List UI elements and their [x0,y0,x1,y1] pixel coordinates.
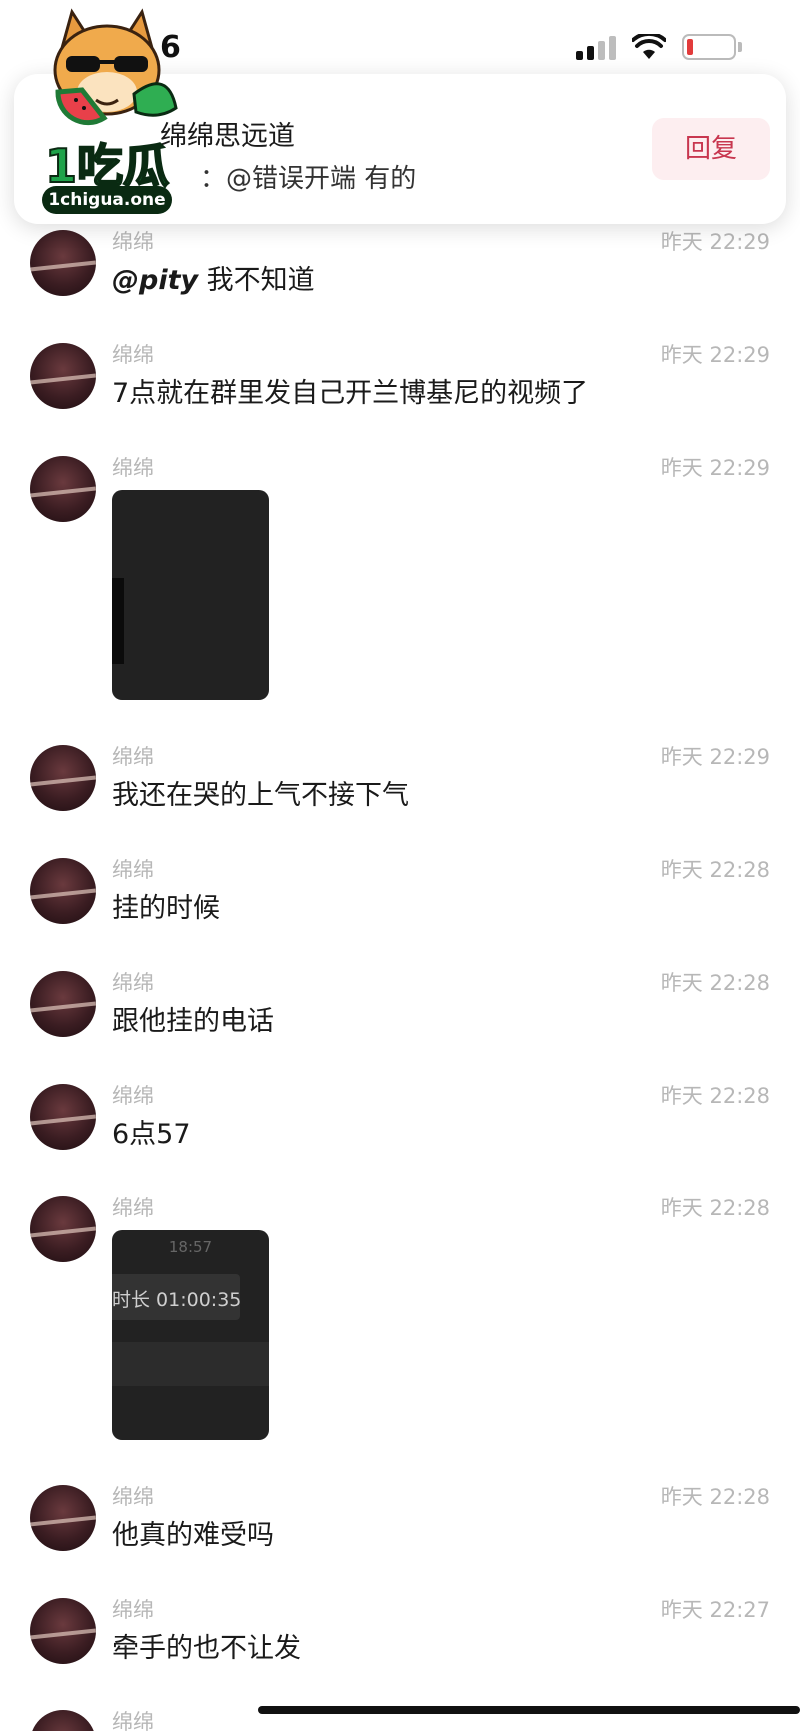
mascot-icon [53,8,178,126]
sender-name: 绵绵 [112,1084,154,1108]
sender-avatar[interactable] [30,230,96,296]
wifi-icon [632,34,666,59]
sender-avatar[interactable] [30,343,96,409]
message-time: 昨天 22:29 [660,230,770,254]
message-time: 昨天 22:29 [660,343,770,367]
message-text: 挂的时候 [112,893,220,924]
notification-body: @错误开端 有的 [226,164,417,194]
sender-avatar[interactable] [30,1598,96,1664]
sender-avatar[interactable] [30,1710,96,1731]
cellular-signal-icon [576,36,618,60]
message-text-content: 我不知道 [198,265,315,296]
sender-name: 绵绵 [112,858,154,882]
sender-name: 绵绵 [112,1196,154,1220]
battery-icon [682,34,736,60]
message-text: 6点57 [112,1119,191,1150]
message-time: 昨天 22:28 [660,1196,770,1220]
image-caption-duration: 时长 01:00:35 [112,1289,242,1311]
sender-name: 绵绵 [112,745,154,769]
chat-message-list[interactable]: 绵绵 昨天 22:29 @pity 我不知道 绵绵 昨天 22:29 7点就在群… [0,0,800,1731]
message-text: @pity 我不知道 [112,258,315,297]
message-time: 昨天 22:28 [660,858,770,882]
message-time: 昨天 22:29 [660,745,770,769]
image-message[interactable] [112,490,269,700]
message-time: 昨天 22:29 [660,456,770,480]
sender-avatar[interactable] [30,1084,96,1150]
mention[interactable]: @pity [112,265,198,296]
sender-avatar[interactable] [30,1196,96,1262]
watermark-url: 1chigua.one [42,186,172,214]
sender-avatar[interactable] [30,971,96,1037]
sender-name: 绵绵 [112,1710,154,1731]
image-caption-time: 18:57 [168,1238,213,1256]
sender-name: 绵绵 [112,1485,154,1509]
message-time: 昨天 22:28 [660,971,770,995]
message-text: 他真的难受吗 [112,1520,274,1551]
sender-avatar[interactable] [30,456,96,522]
sender-name: 绵绵 [112,343,154,367]
sender-avatar[interactable] [30,1485,96,1551]
message-time: 昨天 22:28 [660,1084,770,1108]
message-text: 牵手的也不让发 [112,1633,301,1664]
message-text: 7点就在群里发自己开兰博基尼的视频了 [112,378,589,409]
reply-button[interactable]: 回复 [652,118,770,180]
message-time: 昨天 22:28 [660,1485,770,1509]
message-text: 我还在哭的上气不接下气 [112,780,409,811]
sender-name: 绵绵 [112,230,154,254]
watermark-logo: 1吃瓜 1chigua.one [18,8,196,220]
home-indicator[interactable] [258,1706,800,1714]
sender-name: 绵绵 [112,456,154,480]
notification-prefix: ： [200,164,227,194]
image-message[interactable]: 18:57 时长 01:00:35 [112,1230,269,1440]
sender-name: 绵绵 [112,971,154,995]
sender-avatar[interactable] [30,745,96,811]
sender-name: 绵绵 [112,1598,154,1622]
message-time: 昨天 22:27 [660,1598,770,1622]
battery-cap [738,42,742,52]
sender-avatar[interactable] [30,858,96,924]
message-text: 跟他挂的电话 [112,1006,274,1037]
